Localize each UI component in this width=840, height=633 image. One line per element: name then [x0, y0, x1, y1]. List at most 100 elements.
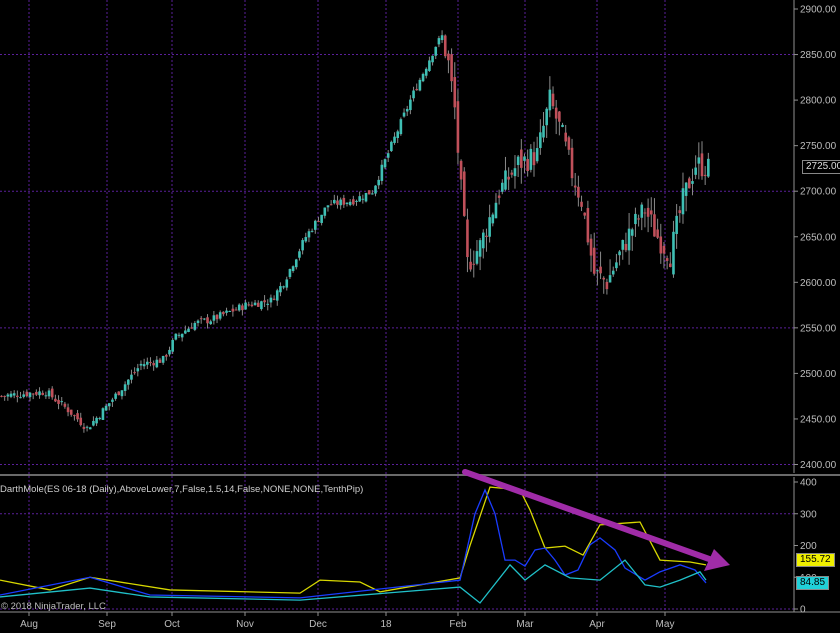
candle-down — [76, 413, 79, 420]
yellow-value-tag: 155.72 — [796, 553, 835, 567]
candle-up — [491, 214, 495, 224]
candle-down — [16, 395, 19, 398]
candle-up — [545, 108, 548, 126]
candle-down — [158, 359, 162, 363]
candle-up — [326, 205, 330, 208]
candle-down — [526, 159, 529, 172]
candle-up — [291, 266, 295, 272]
candle-down — [462, 171, 466, 216]
candle-down — [586, 208, 590, 243]
candle-down — [605, 281, 609, 290]
candle-down — [69, 409, 73, 415]
candle-down — [222, 311, 225, 315]
candle-down — [472, 263, 476, 265]
candle-up — [691, 181, 694, 184]
candle-down — [50, 388, 54, 398]
candle-up — [504, 170, 507, 190]
candle-down — [678, 210, 682, 214]
candle-up — [364, 192, 368, 202]
candle-up — [548, 89, 552, 111]
candle-up — [304, 237, 308, 242]
candle-down — [602, 277, 606, 280]
time-tick-label: Oct — [164, 619, 180, 630]
indicator-tick-label: 200 — [800, 541, 817, 552]
candle-up — [618, 251, 621, 256]
candle-down — [583, 212, 587, 216]
candle-up — [218, 312, 222, 319]
candle-up — [298, 251, 301, 258]
candle-up — [104, 405, 108, 411]
candle-down — [668, 263, 672, 267]
candle-up — [184, 330, 187, 334]
price-tick-label: 2900.00 — [800, 5, 837, 16]
candle-up — [275, 290, 279, 301]
candle-down — [41, 392, 45, 395]
candle-down — [263, 300, 266, 303]
candle-up — [136, 368, 140, 372]
candle-down — [453, 77, 457, 108]
candle-down — [573, 185, 577, 188]
candle-up — [399, 119, 403, 135]
candle-up — [155, 359, 159, 368]
candle-down — [149, 362, 152, 364]
candle-up — [390, 141, 393, 152]
candle-up — [421, 73, 425, 82]
candle-down — [592, 247, 596, 274]
candle-down — [82, 426, 86, 429]
candle-up — [203, 318, 206, 320]
candle-up — [418, 79, 422, 91]
candle-up — [142, 364, 146, 367]
candle-down — [329, 204, 333, 206]
candle-down — [443, 35, 447, 57]
candle-down — [63, 403, 67, 407]
candle-down — [206, 317, 209, 324]
cyan-value-tag: 84.85 — [796, 576, 830, 590]
candle-up — [561, 124, 564, 127]
candle-up — [168, 349, 171, 355]
candle-up — [320, 214, 323, 223]
candle-up — [294, 259, 298, 268]
price-tick-label: 2550.00 — [800, 323, 837, 334]
price-chart[interactable]: 2900.00 2850.00 2800.00 2750.00 2700.00 2650.… — [0, 0, 840, 633]
time-tick-label: Nov — [236, 619, 254, 630]
candle-down — [532, 152, 536, 166]
candle-down — [199, 318, 203, 320]
candle-down — [703, 174, 707, 176]
candle-up — [101, 408, 105, 420]
candle-up — [434, 46, 438, 56]
price-tick-label: 2400.00 — [800, 460, 837, 471]
candle-up — [478, 240, 482, 257]
candle-down — [250, 304, 254, 307]
candle-down — [31, 393, 35, 395]
candle-up — [88, 427, 92, 430]
candle-up — [361, 198, 365, 200]
candle-up — [428, 60, 431, 71]
candle-up — [9, 393, 13, 397]
candle-up — [209, 321, 212, 325]
candle-up — [523, 156, 526, 161]
candle-down — [688, 178, 691, 189]
candle-down — [415, 88, 419, 91]
candle-down — [247, 304, 251, 306]
candle-down — [66, 407, 70, 413]
price-tick-label: 2700.00 — [800, 187, 837, 198]
candle-down — [520, 149, 523, 168]
candle-down — [624, 243, 628, 251]
time-tick-label: Sep — [98, 619, 116, 630]
candle-up — [253, 302, 257, 306]
candle-up — [177, 334, 181, 336]
candle-down — [450, 54, 453, 82]
candle-up — [383, 159, 387, 168]
candle-up — [19, 397, 22, 399]
candle-up — [345, 202, 349, 205]
candle-up — [28, 392, 32, 398]
candle-up — [684, 182, 688, 196]
candle-down — [665, 258, 669, 261]
candle-up — [92, 420, 95, 426]
candle-down — [54, 398, 57, 402]
candle-down — [79, 417, 83, 426]
candle-up — [697, 157, 701, 164]
price-tick-label: 2850.00 — [800, 50, 837, 61]
candle-up — [405, 108, 409, 112]
candle-up — [377, 179, 380, 186]
